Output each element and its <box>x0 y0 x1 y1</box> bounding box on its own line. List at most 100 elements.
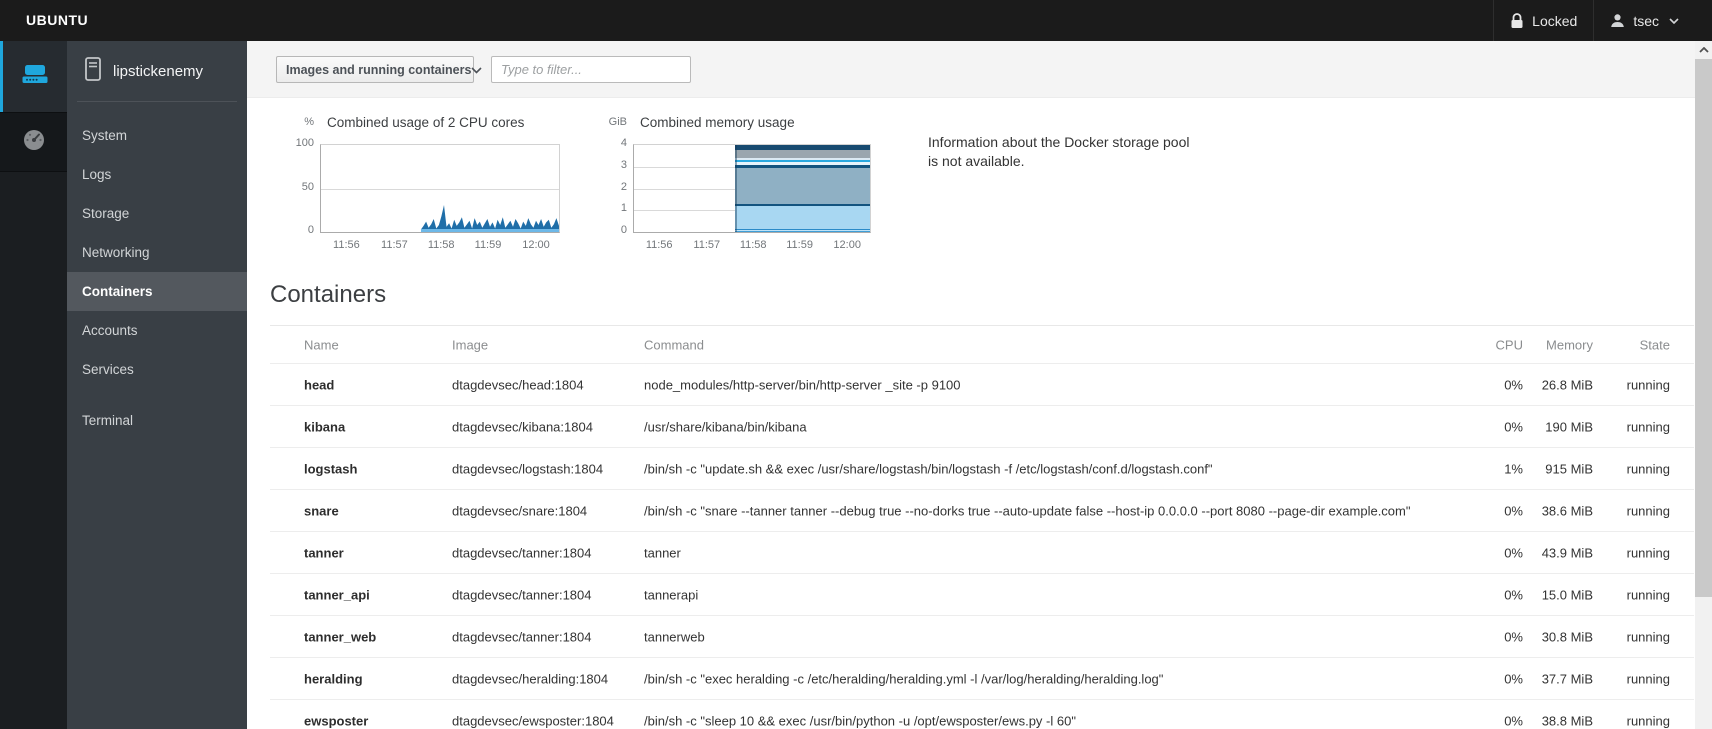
container-state: running <box>1626 377 1670 392</box>
container-memory: 37.7 MiB <box>1541 671 1593 686</box>
chevron-down-icon <box>1669 17 1679 24</box>
chevron-down-icon <box>471 61 483 79</box>
scroll-up-button[interactable] <box>1695 41 1712 59</box>
container-row-kibana[interactable]: kibana dtagdevsec/kibana:1804/usr/share/k… <box>270 406 1694 448</box>
y-axis-tick: 4 <box>620 137 627 149</box>
machine-switcher-strip <box>0 41 67 729</box>
user-name: tsec <box>1633 12 1659 29</box>
sidebar-divider <box>77 101 237 102</box>
container-cpu: 0% <box>1504 713 1523 728</box>
memory-stack-band <box>735 150 870 158</box>
memory-usage-chart: GiB Combined memory usage 0 1 2 3 4 11:56 11:5… <box>603 115 903 275</box>
container-row-tanner_web[interactable]: tanner_web dtagdevsec/tanner:1804 tannerwe… <box>270 616 1694 658</box>
container-command: /usr/share/kibana/bin/kibana <box>644 419 807 434</box>
container-row-heralding[interactable]: heralding dtagdevsec/heralding:1804/bin/s… <box>270 658 1694 700</box>
machine-button[interactable] <box>0 41 67 112</box>
containers-page: Images and running containers % Combined… <box>247 41 1695 729</box>
container-row-tanner[interactable]: tanner dtagdevsec/tanner:1804 tanner 0% 43.9… <box>270 532 1694 574</box>
container-name: tanner_web <box>304 629 377 644</box>
view-filter-select[interactable]: Images and running containers <box>276 56 483 83</box>
container-memory: 38.8 MiB <box>1541 713 1593 728</box>
container-cpu: 0% <box>1504 629 1523 644</box>
container-name: snare <box>304 503 339 518</box>
y-axis-tick: 3 <box>620 158 627 171</box>
memory-stack-band <box>735 228 870 231</box>
user-menu[interactable]: tsec <box>1593 0 1695 41</box>
cpu-chart-unit: % <box>304 116 314 128</box>
container-row-snare[interactable]: snare dtagdevsec/snare:1804/bin/sh -c "sn… <box>270 490 1694 532</box>
memory-stack-edge <box>735 145 738 232</box>
container-image: dtagdevsec/logstash:1804 <box>452 461 604 476</box>
sidebar-item-networking[interactable]: Networking <box>67 233 247 272</box>
container-row-logstash[interactable]: logstash dtagdevsec/logstash:1804/bin/sh … <box>270 448 1694 490</box>
container-row-head[interactable]: head dtagdevsec/head:1804 node_modules/htt… <box>270 364 1694 406</box>
filter-input[interactable] <box>491 56 691 83</box>
sidebar-item-terminal[interactable]: Terminal <box>67 401 247 440</box>
x-axis-tick: 11:57 <box>693 239 721 251</box>
column-header-memory: Memory <box>1546 337 1593 352</box>
locked-label: Locked <box>1532 12 1578 29</box>
container-cpu: 0% <box>1504 671 1523 686</box>
container-image: dtagdevsec/kibana:1804 <box>452 419 593 434</box>
container-memory: 190 MiB <box>1545 419 1593 434</box>
container-command: tannerapi <box>644 587 699 602</box>
container-image: dtagdevsec/heralding:1804 <box>452 671 609 686</box>
container-memory: 43.9 MiB <box>1541 545 1593 560</box>
container-row-tanner_api[interactable]: tanner_api dtagdevsec/tanner:1804 tannerap… <box>270 574 1694 616</box>
container-state: running <box>1626 503 1670 518</box>
container-name: tanner_api <box>304 587 370 602</box>
brand-label[interactable]: UBUNTU <box>26 0 88 41</box>
container-image: dtagdevsec/ewsposter:1804 <box>452 713 614 728</box>
storage-pool-note-line2: is not available. <box>928 153 1025 169</box>
memory-chart-plot <box>633 144 871 233</box>
column-header-cpu: CPU <box>1495 337 1523 352</box>
x-axis-tick: 11:59 <box>786 239 813 251</box>
host-icon <box>83 56 103 86</box>
memory-stack-band <box>735 145 870 151</box>
filter-bar: Images and running containers <box>247 41 1695 98</box>
memory-stack-band <box>735 161 870 166</box>
sidebar: lipstickenemy System Logs Storage Networkin… <box>67 41 247 729</box>
y-axis-tick: 1 <box>620 202 627 215</box>
sidebar-item-system[interactable]: System <box>67 116 247 155</box>
container-command: tanner <box>644 545 681 560</box>
memory-stack-band <box>735 157 870 161</box>
host-switcher[interactable]: lipstickenemy <box>67 41 247 101</box>
column-header-name: Name <box>304 337 339 352</box>
memory-chart-unit: GiB <box>608 116 627 128</box>
container-image: dtagdevsec/tanner:1804 <box>452 629 592 644</box>
view-filter-value: Images and running containers <box>286 62 472 77</box>
container-cpu: 0% <box>1504 503 1523 518</box>
user-icon <box>1610 13 1625 28</box>
container-image: dtagdevsec/head:1804 <box>452 377 584 392</box>
container-command: /bin/sh -c "sleep 10 && exec /usr/bin/py… <box>644 713 1076 728</box>
x-axis-tick: 11:56 <box>333 239 360 251</box>
page-scrollbar[interactable] <box>1695 41 1712 729</box>
dashboard-button[interactable] <box>0 112 67 172</box>
y-axis-tick: 50 <box>301 180 314 193</box>
container-command: /bin/sh -c "snare --tanner tanner --debu… <box>644 503 1411 518</box>
x-axis-tick: 12:00 <box>833 239 861 251</box>
y-axis-tick: 0 <box>620 224 627 236</box>
lock-icon <box>1510 12 1524 29</box>
container-row-ewsposter[interactable]: ewsposter dtagdevsec/ewsposter:1804/bin/s… <box>270 700 1694 729</box>
sidebar-item-services[interactable]: Services <box>67 350 247 389</box>
locked-indicator[interactable]: Locked <box>1493 0 1593 41</box>
memory-stack-band <box>735 205 870 229</box>
y-axis-tick: 0 <box>307 224 314 236</box>
y-axis-tick: 2 <box>620 180 627 193</box>
sidebar-item-logs[interactable]: Logs <box>67 155 247 194</box>
scrollbar-thumb[interactable] <box>1695 59 1712 597</box>
container-state: running <box>1626 713 1670 728</box>
navbar-actions: Locked tsec <box>1493 0 1695 41</box>
x-axis-tick: 11:58 <box>739 239 767 251</box>
sidebar-item-containers[interactable]: Containers <box>67 272 247 311</box>
sidebar-item-storage[interactable]: Storage <box>67 194 247 233</box>
storage-pool-note-line1: Information about the Docker storage poo… <box>928 134 1190 150</box>
sidebar-item-accounts[interactable]: Accounts <box>67 311 247 350</box>
container-memory: 26.8 MiB <box>1541 377 1593 392</box>
container-memory: 30.8 MiB <box>1541 629 1593 644</box>
container-state: running <box>1626 629 1670 644</box>
container-memory: 38.6 MiB <box>1541 503 1593 518</box>
column-header-image: Image <box>452 337 489 352</box>
